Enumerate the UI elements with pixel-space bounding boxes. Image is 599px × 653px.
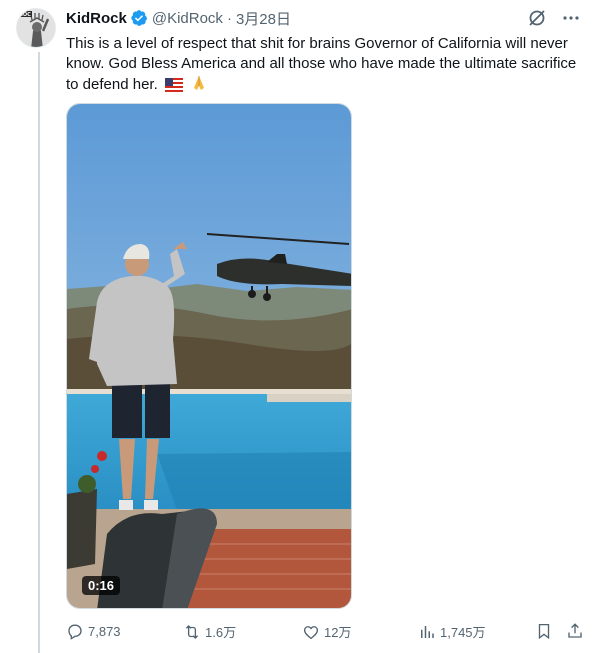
bookmark-button[interactable]: [535, 622, 553, 640]
header-actions: [527, 8, 581, 28]
like-button[interactable]: 12万: [302, 622, 351, 641]
repost-icon: [185, 624, 199, 639]
tweet-body: This is a level of respect that shit for…: [66, 35, 577, 93]
reply-count: 7,873: [88, 623, 121, 639]
heart-icon: [303, 625, 319, 639]
folded-hands-icon: [190, 74, 208, 98]
view-count: 1,745万: [440, 625, 486, 640]
more-options-icon[interactable]: [561, 8, 581, 28]
separator-dot: ·: [226, 9, 232, 27]
like-count: 12万: [324, 625, 352, 640]
tweet-actions: 7,873 1.6万 12万 1,745万: [66, 622, 586, 644]
us-flag-icon: [164, 78, 183, 98]
share-icon: [568, 623, 582, 638]
grok-icon[interactable]: [527, 8, 547, 28]
video-duration-badge: 0:16: [82, 576, 121, 595]
share-button[interactable]: [566, 622, 584, 640]
repost-button[interactable]: 1.6万: [183, 622, 236, 641]
thread-line: [38, 52, 40, 653]
views-button[interactable]: 1,745万: [418, 622, 486, 641]
avatar[interactable]: ROC: [16, 8, 56, 48]
video-thumbnail: [67, 104, 351, 608]
repost-count: 1.6万: [205, 625, 237, 640]
tweet-date[interactable]: 3月28日: [236, 8, 291, 29]
reply-button[interactable]: 7,873: [66, 622, 121, 640]
bookmark-icon: [538, 623, 550, 640]
views-chart-icon: [421, 625, 434, 638]
author-handle[interactable]: @KidRock: [152, 10, 223, 27]
tweet-header: KidRock @KidRock · 3月28日: [66, 8, 291, 28]
statue-of-liberty-avatar-image: ROC: [17, 9, 55, 47]
tweet-text: This is a level of respect that shit for…: [66, 34, 586, 98]
avatar-logo-text: ROC: [19, 12, 31, 18]
author-display-name[interactable]: KidRock: [66, 10, 127, 27]
verified-badge-icon: [130, 9, 148, 27]
reply-icon: [68, 624, 82, 640]
video-player[interactable]: [66, 103, 352, 609]
